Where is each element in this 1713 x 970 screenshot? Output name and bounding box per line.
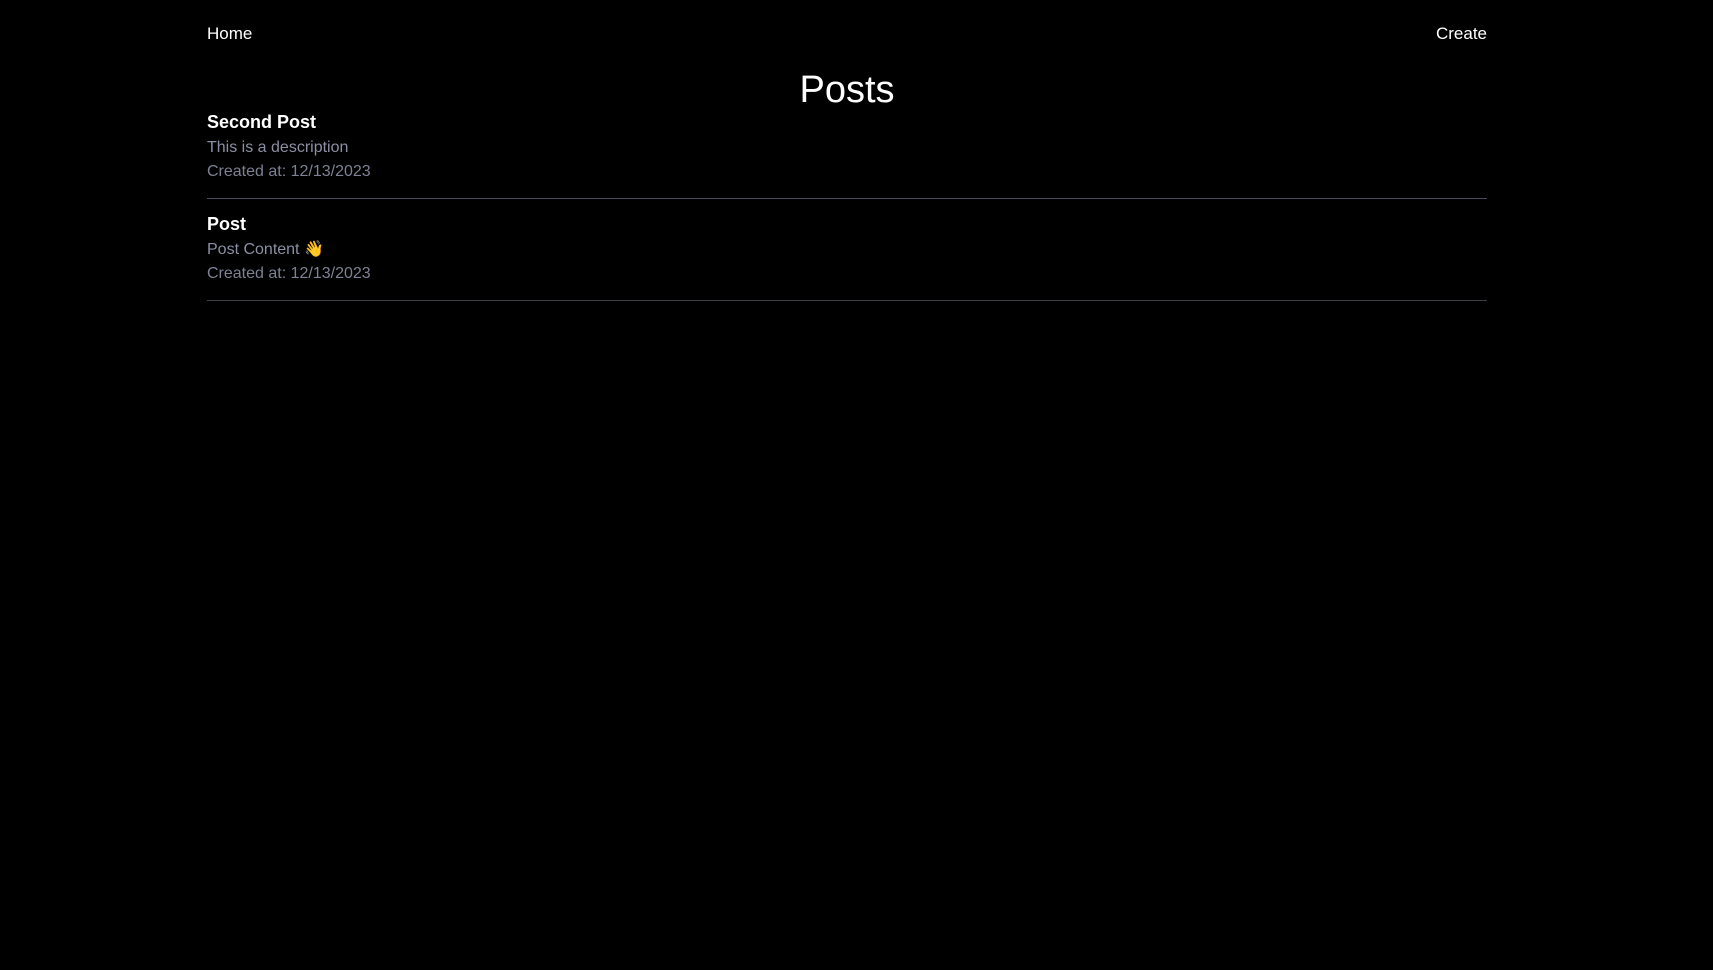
post-list: Second Post This is a description Create… <box>207 111 1487 315</box>
create-link[interactable]: Create <box>1436 24 1487 44</box>
post-description: This is a description <box>207 139 349 156</box>
post-created-date: Created at: 12/13/2023 <box>207 265 371 282</box>
post-title[interactable]: Second Post <box>207 111 1487 133</box>
page-container: Home Create Posts Second Post This is a … <box>207 0 1487 301</box>
post-title[interactable]: Post <box>207 213 1487 235</box>
post-created-date: Created at: 12/13/2023 <box>207 163 371 180</box>
post-item[interactable]: Post Post Content 👋 Created at: 12/13/20… <box>207 213 1487 301</box>
post-item[interactable]: Second Post This is a description Create… <box>207 111 1487 199</box>
top-nav: Home Create <box>207 0 1487 70</box>
page-title: Posts <box>799 69 895 111</box>
post-description: Post Content 👋 <box>207 241 324 258</box>
home-link[interactable]: Home <box>207 24 252 44</box>
